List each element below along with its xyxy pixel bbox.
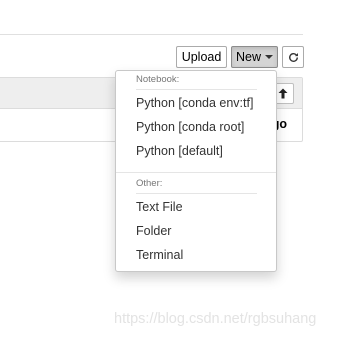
menu-item-python-conda-env-tf[interactable]: Python [conda env:tf]	[136, 96, 253, 110]
header-divider	[0, 34, 303, 35]
other-section-header: Other:	[136, 178, 257, 194]
refresh-button[interactable]	[282, 46, 304, 68]
new-button-label: New	[235, 50, 261, 64]
new-dropdown-button[interactable]: New	[231, 46, 278, 68]
arrow-up-icon	[278, 88, 288, 99]
menu-item-python-conda-root[interactable]: Python [conda root]	[136, 120, 244, 134]
new-dropdown-menu: Notebook: Python [conda env:tf] Python […	[115, 70, 277, 272]
refresh-icon	[288, 52, 298, 62]
watermark-text: https://blog.csdn.net/rgbsuhang	[114, 311, 317, 327]
menu-item-folder[interactable]: Folder	[136, 224, 171, 238]
menu-divider	[116, 172, 276, 173]
upload-button[interactable]: Upload	[176, 46, 227, 68]
menu-item-python-default[interactable]: Python [default]	[136, 144, 223, 158]
menu-item-text-file[interactable]: Text File	[136, 200, 183, 214]
notebook-section-header: Notebook:	[136, 74, 257, 90]
caret-down-icon	[265, 55, 273, 59]
menu-item-terminal[interactable]: Terminal	[136, 248, 183, 262]
